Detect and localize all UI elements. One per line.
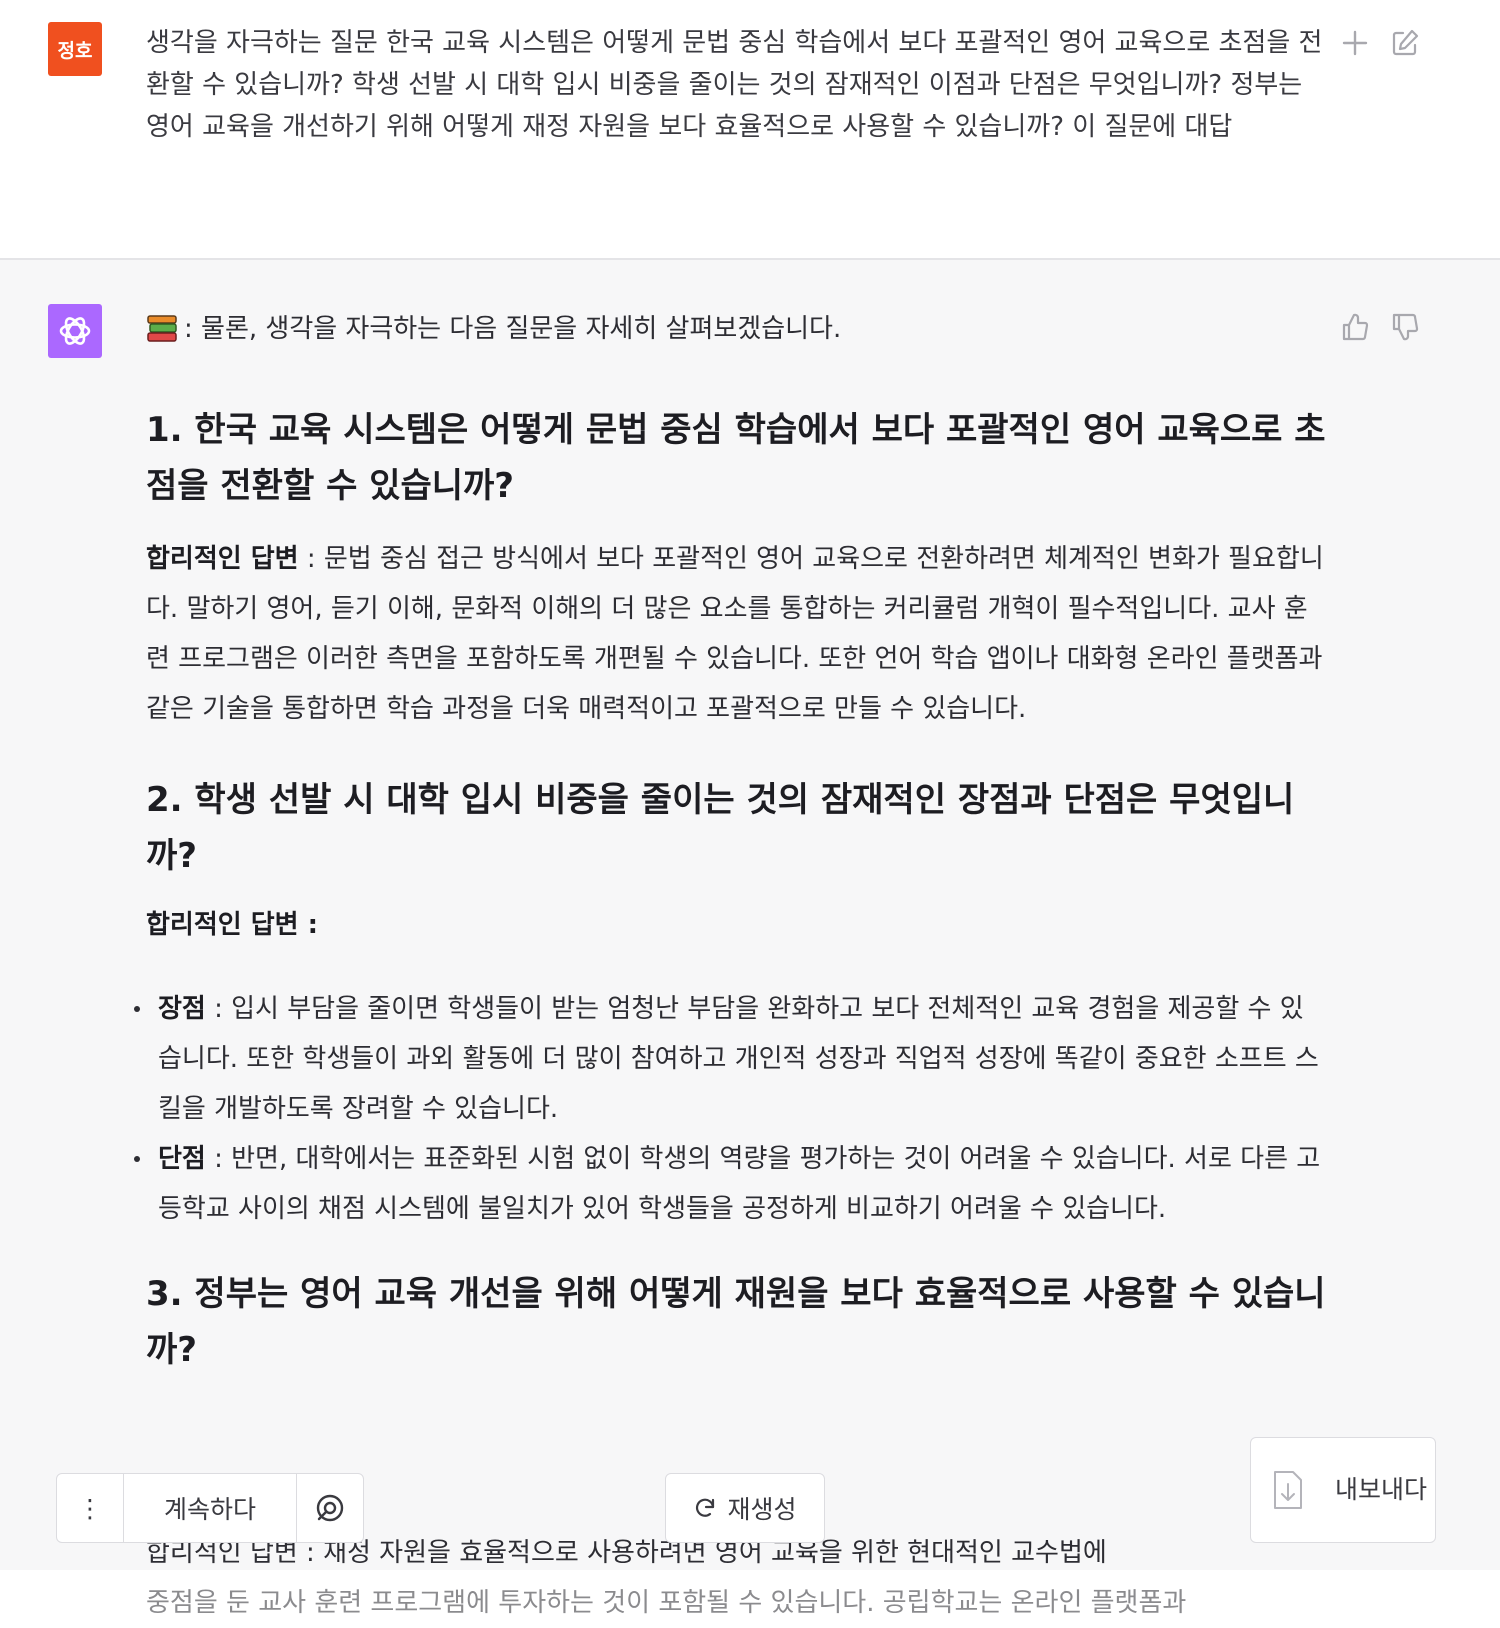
assistant-message: : 물론, 생각을 자극하는 다음 질문을 자세히 살펴보겠습니다. 1. 한국…: [0, 260, 1500, 1618]
assistant-content: : 물론, 생각을 자극하는 다음 질문을 자세히 살펴보겠습니다. 1. 한국…: [134, 308, 1326, 1378]
continue-toolbar: ⋮ 계속하다: [56, 1473, 364, 1543]
thumbs-up-icon[interactable]: [1338, 310, 1372, 344]
question-3-heading: 3. 정부는 영어 교육 개선을 위해 어떻게 재원을 보다 효율적으로 사용할…: [146, 1274, 1326, 1370]
regenerate-label: 재생성: [727, 1495, 797, 1524]
assistant-avatar: [48, 304, 102, 358]
add-icon[interactable]: [1338, 26, 1372, 60]
export-button[interactable]: 내보내다: [1250, 1437, 1436, 1543]
regenerate-button[interactable]: 재생성: [665, 1473, 825, 1543]
refresh-icon: [696, 1498, 715, 1517]
list-item-pros: 장점 : 입시 부담을 줄이면 학생들이 받는 엄청난 부담을 완화하고 보다 …: [134, 984, 1326, 1134]
file-download-icon: [1274, 1471, 1302, 1509]
answer-label: 합리적인 답변 :: [146, 910, 319, 940]
more-options-button[interactable]: ⋮: [57, 1474, 124, 1542]
question-2-heading: 2. 학생 선발 시 대학 입시 비중을 줄이는 것의 잠재적인 장점과 단점은…: [146, 780, 1295, 876]
prompt-icon-button[interactable]: [297, 1474, 363, 1542]
list-item-cons: 단점 : 반면, 대학에서는 표준화된 시험 없이 학생의 역량을 평가하는 것…: [134, 1134, 1326, 1234]
question-2-answer-label: 합리적인 답변 :: [146, 900, 1326, 950]
continue-button[interactable]: 계속하다: [124, 1474, 297, 1542]
question-1-answer: 합리적인 답변 : 문법 중심 접근 방식에서 보다 포괄적인 영어 교육으로 …: [146, 534, 1326, 734]
pros-text: : 입시 부담을 줄이면 학생들이 받는 엄청난 부담을 완화하고 보다 전체적…: [158, 994, 1319, 1124]
answer-text: : 문법 중심 접근 방식에서 보다 포괄적인 영어 교육으로 전환하려면 체계…: [146, 544, 1324, 724]
thumbs-down-icon[interactable]: [1388, 310, 1422, 344]
cons-text: : 반면, 대학에서는 표준화된 시험 없이 학생의 역량을 평가하는 것이 어…: [158, 1144, 1321, 1224]
edit-icon[interactable]: [1388, 26, 1422, 60]
books-icon: [147, 315, 177, 342]
intro-line: : 물론, 생각을 자극하는 다음 질문을 자세히 살펴보겠습니다.: [146, 308, 1326, 350]
pros-label: 장점: [158, 994, 206, 1024]
bookmark-icon[interactable]: [1388, 0, 1422, 6]
prompt-icon: [316, 1494, 344, 1522]
user-message: 정호 생각을 자극하는 질문 한국 교육 시스템은 어떻게 문법 중심 학습에서…: [0, 0, 1500, 260]
cons-label: 단점: [158, 1144, 206, 1174]
intro-text: : 물론, 생각을 자극하는 다음 질문을 자세히 살펴보겠습니다.: [184, 314, 842, 344]
question-3-answer-line-2: 중점을 둔 교사 훈련 프로그램에 투자하는 것이 포함될 수 있습니다. 공립…: [146, 1588, 1187, 1618]
export-label: 내보내다: [1334, 1475, 1427, 1504]
pros-cons-list: 장점 : 입시 부담을 줄이면 학생들이 받는 엄청난 부담을 완화하고 보다 …: [134, 984, 1326, 1234]
user-message-text: 생각을 자극하는 질문 한국 교육 시스템은 어떻게 문법 중심 학습에서 보다…: [146, 28, 1323, 142]
answer-label: 합리적인 답변: [146, 544, 299, 574]
user-avatar: 정호: [48, 22, 102, 76]
openai-logo-icon: [59, 317, 91, 345]
question-1-heading: 1. 한국 교육 시스템은 어떻게 문법 중심 학습에서 보다 포괄적인 영어 …: [146, 410, 1326, 506]
